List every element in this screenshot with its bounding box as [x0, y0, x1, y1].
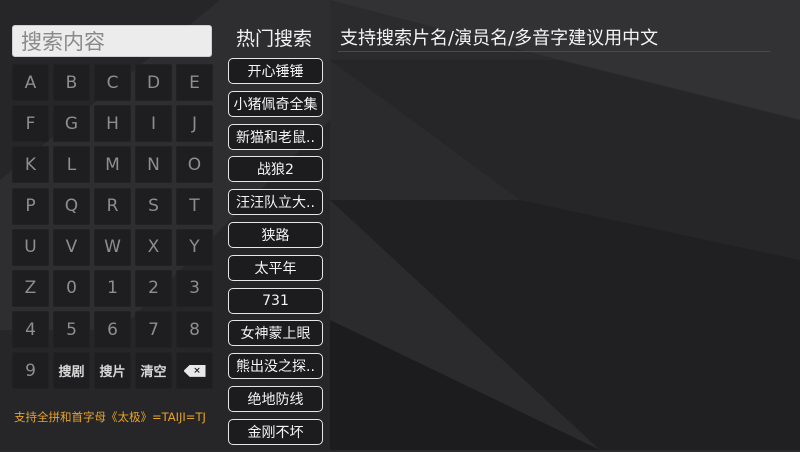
- hot-search-list: 开心锤锤 小猪佩奇全集 新猫和老鼠.. 战狼2 汪汪队立大.. 狭路 太平年 7…: [228, 58, 323, 452]
- key-3[interactable]: 3: [176, 269, 213, 307]
- on-screen-keyboard: A B C D E F G H I J K L M N O P Q R S T …: [12, 64, 213, 390]
- hot-search-item[interactable]: 731: [228, 287, 323, 314]
- key-u[interactable]: U: [12, 228, 49, 266]
- delete-button[interactable]: ×: [176, 352, 213, 390]
- key-q[interactable]: Q: [53, 187, 90, 225]
- key-0[interactable]: 0: [53, 269, 90, 307]
- key-b[interactable]: B: [53, 64, 90, 101]
- key-8[interactable]: 8: [176, 311, 213, 349]
- search-drama-button[interactable]: 搜剧: [53, 352, 90, 390]
- key-2[interactable]: 2: [135, 269, 172, 307]
- results-divider: [338, 51, 770, 52]
- key-w[interactable]: W: [94, 228, 131, 266]
- key-s[interactable]: S: [135, 187, 172, 225]
- hot-search-item[interactable]: 太平年: [228, 254, 323, 281]
- key-c[interactable]: C: [94, 64, 131, 101]
- key-r[interactable]: R: [94, 187, 131, 225]
- key-h[interactable]: H: [94, 105, 131, 143]
- key-1[interactable]: 1: [94, 269, 131, 307]
- hot-search-item[interactable]: 汪汪队立大..: [228, 189, 323, 216]
- hot-search-item[interactable]: 金刚不坏: [228, 418, 323, 445]
- key-e[interactable]: E: [176, 64, 213, 101]
- key-k[interactable]: K: [12, 146, 49, 184]
- clear-button[interactable]: 清空: [135, 352, 172, 390]
- hot-search-item[interactable]: 狭路: [228, 221, 323, 248]
- hot-search-title: 热门搜索: [236, 28, 313, 50]
- key-t[interactable]: T: [176, 187, 213, 225]
- search-input[interactable]: 搜索内容: [12, 25, 212, 57]
- hot-search-item[interactable]: 熊出没之探..: [228, 353, 323, 380]
- key-5[interactable]: 5: [53, 311, 90, 349]
- key-f[interactable]: F: [12, 105, 49, 143]
- key-y[interactable]: Y: [176, 228, 213, 266]
- key-4[interactable]: 4: [12, 311, 49, 349]
- key-o[interactable]: O: [176, 146, 213, 184]
- key-i[interactable]: I: [135, 105, 172, 143]
- key-v[interactable]: V: [53, 228, 90, 266]
- key-9[interactable]: 9: [12, 352, 49, 390]
- hot-search-item[interactable]: 绝地防线: [228, 385, 323, 412]
- key-6[interactable]: 6: [94, 311, 131, 349]
- hot-search-item[interactable]: 开心锤锤: [228, 58, 323, 84]
- key-d[interactable]: D: [135, 64, 172, 101]
- hot-search-item[interactable]: 战狼2: [228, 156, 323, 183]
- key-z[interactable]: Z: [12, 269, 49, 307]
- key-m[interactable]: M: [94, 146, 131, 184]
- key-n[interactable]: N: [135, 146, 172, 184]
- pinyin-hint: 支持全拼和首字母《太极》=TAIJI=TJ: [14, 410, 206, 424]
- key-j[interactable]: J: [176, 105, 213, 143]
- hot-search-item[interactable]: 新猫和老鼠..: [228, 123, 323, 150]
- key-g[interactable]: G: [53, 105, 90, 143]
- key-7[interactable]: 7: [135, 311, 172, 349]
- hot-search-item[interactable]: 小猪佩奇全集: [228, 90, 323, 117]
- results-title: 支持搜索片名/演员名/多音字建议用中文: [340, 28, 659, 49]
- key-l[interactable]: L: [53, 146, 90, 184]
- key-a[interactable]: A: [12, 64, 49, 101]
- backspace-glyph: ×: [193, 365, 201, 376]
- hot-search-item[interactable]: 女神蒙上眼: [228, 320, 323, 347]
- search-movie-button[interactable]: 搜片: [94, 352, 131, 390]
- backspace-icon: ×: [183, 364, 206, 377]
- key-p[interactable]: P: [12, 187, 49, 225]
- key-x[interactable]: X: [135, 228, 172, 266]
